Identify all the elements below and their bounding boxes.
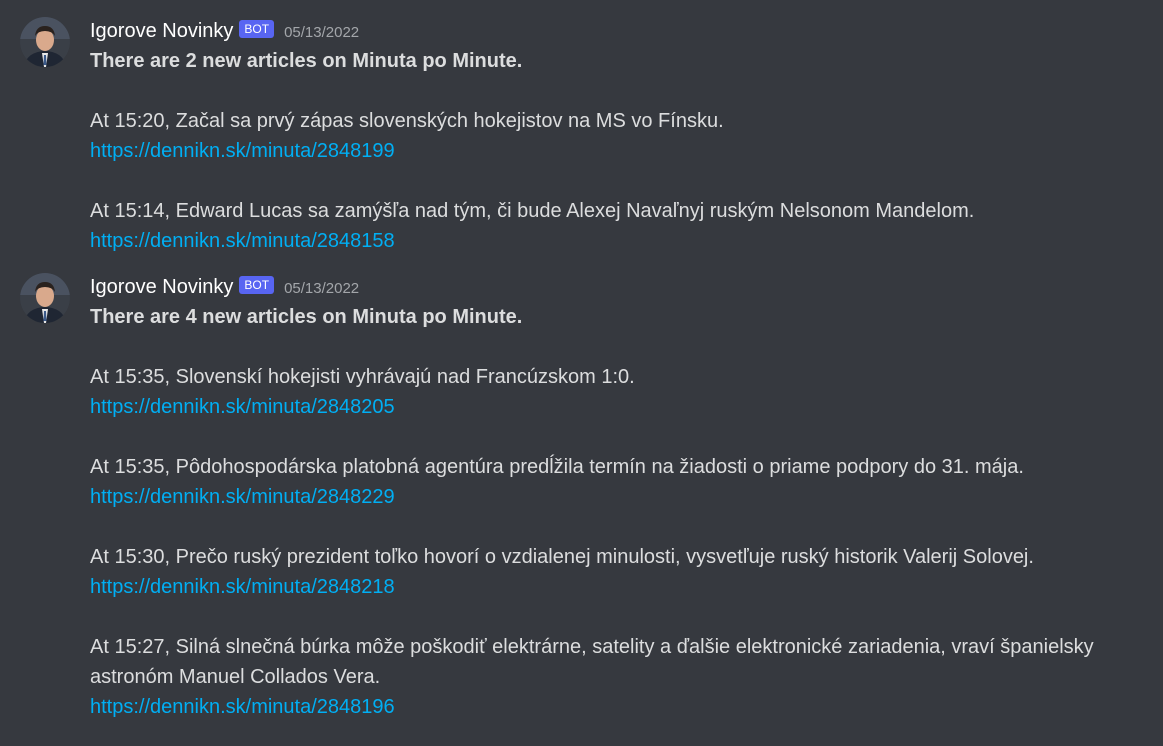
message-content: There are 2 new articles on Minuta po Mi… [90,46,1143,256]
timestamp[interactable]: 05/13/2022 [284,274,359,304]
article-item: At 15:27, Silná slnečná búrka môže poško… [90,632,1143,722]
article-link[interactable]: https://dennikn.sk/minuta/2848229 [90,482,395,512]
article-link[interactable]: https://dennikn.sk/minuta/2848205 [90,392,395,422]
message-group: Igorove Novinky BOT 05/13/2022 There are… [0,256,1163,722]
article-text: At 15:30, Prečo ruský prezident toľko ho… [90,546,1034,568]
chat-message-list: Igorove Novinky BOT 05/13/2022 There are… [0,0,1163,746]
article-text: At 15:20, Začal sa prvý zápas slovenskýc… [90,110,724,132]
message-group: Igorove Novinky BOT 05/13/2022 There are… [0,0,1163,256]
username[interactable]: Igorove Novinky [90,16,233,46]
avatar[interactable] [20,273,70,323]
message-header: Igorove Novinky BOT 05/13/2022 [90,272,1143,302]
article-link[interactable]: https://dennikn.sk/minuta/2848196 [90,692,395,722]
article-item: At 15:20, Začal sa prvý zápas slovenskýc… [90,106,1143,166]
article-link[interactable]: https://dennikn.sk/minuta/2848218 [90,572,395,602]
bot-badge: BOT [239,276,275,294]
article-item: At 15:14, Edward Lucas sa zamýšľa nad tý… [90,196,1143,256]
message-headline: There are 4 new articles on Minuta po Mi… [90,306,523,328]
article-item: At 15:35, Pôdohospodárska platobná agent… [90,452,1143,512]
article-item: At 15:30, Prečo ruský prezident toľko ho… [90,542,1143,602]
article-item: At 15:35, Slovenskí hokejisti vyhrávajú … [90,362,1143,422]
bot-badge: BOT [239,20,275,38]
article-text: At 15:35, Pôdohospodárska platobná agent… [90,456,1024,478]
avatar-image [20,17,70,67]
article-text: At 15:27, Silná slnečná búrka môže poško… [90,636,1094,658]
message-headline: There are 2 new articles on Minuta po Mi… [90,50,523,72]
avatar[interactable] [20,17,70,67]
article-link[interactable]: https://dennikn.sk/minuta/2848199 [90,136,395,166]
message-content: There are 4 new articles on Minuta po Mi… [90,302,1143,722]
username[interactable]: Igorove Novinky [90,272,233,302]
article-link[interactable]: https://dennikn.sk/minuta/2848158 [90,226,395,256]
avatar-image [20,273,70,323]
article-text: At 15:35, Slovenskí hokejisti vyhrávajú … [90,366,635,388]
article-text: At 15:14, Edward Lucas sa zamýšľa nad tý… [90,200,975,222]
timestamp[interactable]: 05/13/2022 [284,18,359,48]
message-header: Igorove Novinky BOT 05/13/2022 [90,16,1143,46]
article-text: astronóm Manuel Collados Vera. [90,666,381,688]
